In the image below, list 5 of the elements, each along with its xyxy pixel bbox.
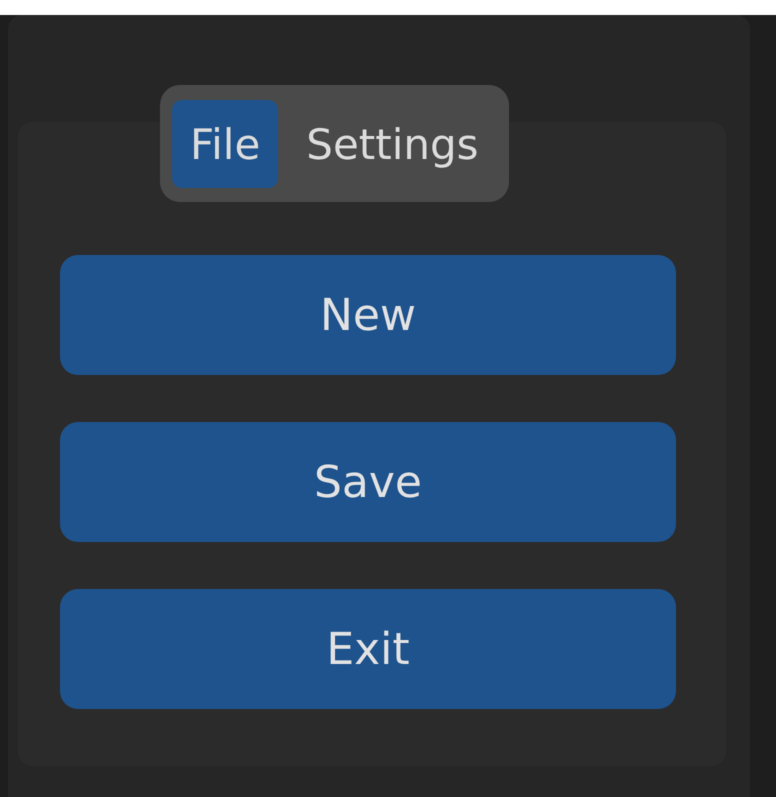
tab[interactable]: Settings <box>288 100 497 188</box>
menu-button[interactable]: New <box>60 255 676 375</box>
menu-button[interactable]: Exit <box>60 589 676 709</box>
menu-button[interactable]: Save <box>60 422 676 542</box>
tab[interactable]: File <box>172 100 278 188</box>
